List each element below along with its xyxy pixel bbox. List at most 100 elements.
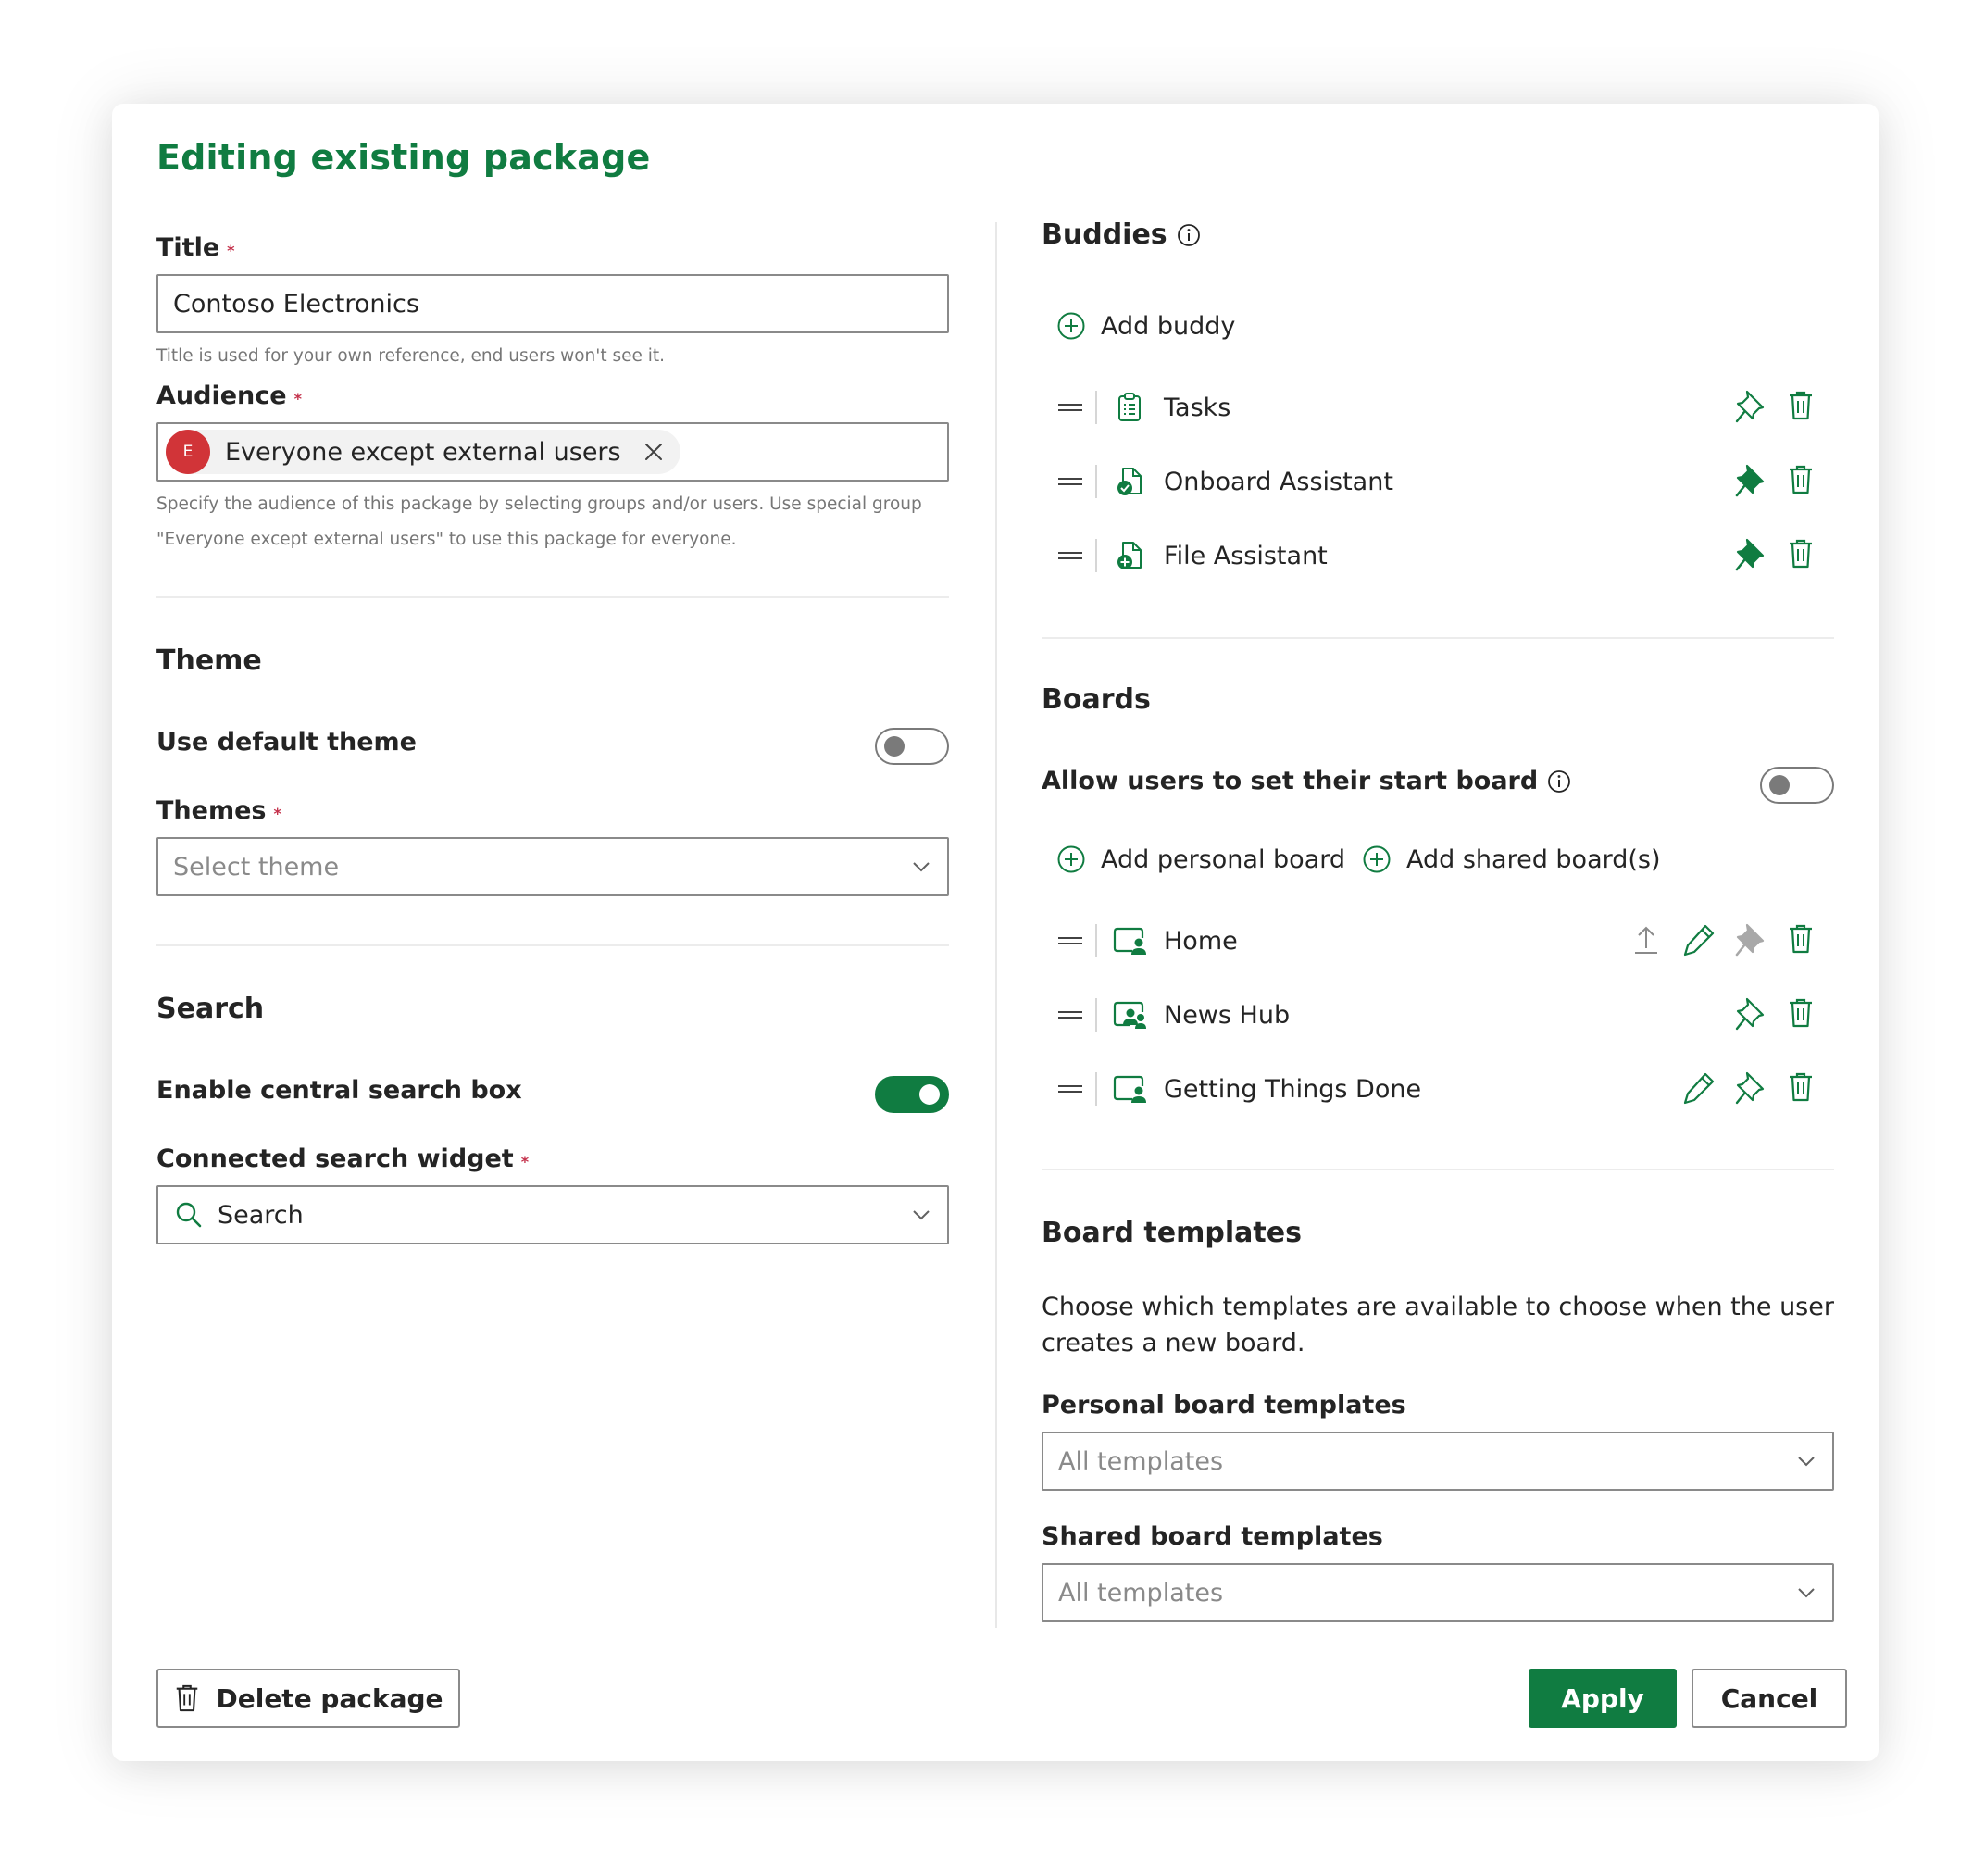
- add-circle-icon: [1056, 311, 1086, 341]
- board-templates-description-2: creates a new board.: [1042, 1329, 1305, 1357]
- pin-filled-icon[interactable]: [1734, 463, 1766, 498]
- buddy-name: File Assistant: [1164, 541, 1328, 570]
- buddies-header: Buddies: [1042, 219, 1201, 251]
- apply-button[interactable]: Apply: [1529, 1669, 1677, 1728]
- add-buddy-label: Add buddy: [1101, 311, 1236, 341]
- row-separator: [1095, 998, 1097, 1032]
- add-personal-board-label: Add personal board: [1101, 844, 1346, 874]
- allow-start-board-toggle[interactable]: [1760, 767, 1834, 804]
- pin-filled-icon[interactable]: [1734, 537, 1766, 572]
- search-widget-label-row: Connected search widget *: [156, 1144, 529, 1173]
- add-shared-boards-button[interactable]: Add shared board(s): [1362, 844, 1661, 874]
- title-label: Title: [156, 233, 220, 262]
- board-person-icon: [1112, 1073, 1147, 1105]
- drag-handle-icon[interactable]: [1056, 401, 1084, 414]
- shared-templates-label: Shared board templates: [1042, 1522, 1383, 1551]
- row-separator: [1095, 924, 1097, 957]
- add-circle-icon: [1056, 844, 1086, 874]
- pin-outline-icon[interactable]: [1734, 389, 1766, 424]
- delete-trash-icon[interactable]: [1786, 537, 1816, 570]
- delete-trash-icon[interactable]: [1786, 996, 1816, 1030]
- audience-label: Audience: [156, 381, 287, 410]
- pin-outline-icon[interactable]: [1734, 1070, 1766, 1106]
- toggle-knob: [884, 736, 905, 757]
- drag-handle-icon[interactable]: [1056, 934, 1084, 947]
- shared-templates-value: All templates: [1058, 1578, 1224, 1607]
- personal-templates-value: All templates: [1058, 1446, 1224, 1476]
- row-separator: [1095, 1072, 1097, 1106]
- board-people-icon: [1112, 999, 1147, 1031]
- delete-trash-icon[interactable]: [1786, 463, 1816, 496]
- add-circle-icon: [1362, 844, 1392, 874]
- remove-chip-close-icon[interactable]: [643, 442, 664, 462]
- themes-label-row: Themes *: [156, 796, 281, 825]
- theme-section-title: Theme: [156, 644, 262, 677]
- row-separator: [1095, 539, 1097, 572]
- required-mark: *: [293, 390, 302, 407]
- personal-templates-label: Personal board templates: [1042, 1391, 1406, 1420]
- allow-start-board-row: Allow users to set their start board: [1042, 767, 1571, 795]
- enable-search-toggle[interactable]: [875, 1076, 949, 1113]
- personal-templates-select[interactable]: All templates: [1042, 1432, 1834, 1491]
- title-input[interactable]: Contoso Electronics: [156, 274, 949, 333]
- pin-disabled-icon[interactable]: [1734, 922, 1766, 957]
- toggle-knob: [1769, 775, 1790, 795]
- allow-start-board-label: Allow users to set their start board: [1042, 767, 1539, 795]
- document-check-icon: [1116, 466, 1145, 497]
- add-shared-boards-label: Add shared board(s): [1406, 844, 1661, 874]
- theme-select-placeholder: Select theme: [173, 852, 340, 882]
- avatar: E: [166, 430, 210, 474]
- delete-package-label: Delete package: [216, 1682, 443, 1714]
- search-widget-select[interactable]: Search: [156, 1185, 949, 1244]
- delete-trash-icon[interactable]: [1786, 922, 1816, 956]
- use-default-theme-toggle[interactable]: [875, 728, 949, 765]
- board-name: Getting Things Done: [1164, 1074, 1422, 1104]
- pin-outline-icon[interactable]: [1734, 996, 1766, 1032]
- audience-helper-text-2: "Everyone except external users" to use …: [156, 530, 737, 549]
- drag-handle-icon[interactable]: [1056, 1008, 1084, 1021]
- required-mark: *: [520, 1153, 530, 1170]
- drag-handle-icon[interactable]: [1056, 1082, 1084, 1095]
- buddy-name: Tasks: [1164, 393, 1231, 422]
- edit-pencil-icon[interactable]: [1682, 922, 1716, 957]
- delete-trash-icon[interactable]: [1786, 389, 1816, 422]
- edit-package-dialog: Editing existing package Title * Contoso …: [112, 104, 1879, 1761]
- audience-label-row: Audience *: [156, 381, 302, 410]
- info-icon[interactable]: [1547, 769, 1571, 794]
- cancel-button[interactable]: Cancel: [1692, 1669, 1847, 1728]
- audience-helper-text-1: Specify the audience of this package by …: [156, 494, 922, 514]
- enable-search-label: Enable central search box: [156, 1076, 522, 1105]
- row-separator: [1095, 391, 1097, 424]
- edit-pencil-icon[interactable]: [1682, 1070, 1716, 1106]
- drag-handle-icon[interactable]: [1056, 475, 1084, 488]
- add-buddy-button[interactable]: Add buddy: [1056, 311, 1235, 341]
- clipboard-icon: [1116, 392, 1143, 423]
- divider: [156, 596, 949, 598]
- column-divider: [995, 222, 997, 1628]
- delete-trash-icon[interactable]: [1786, 1070, 1816, 1104]
- title-label-row: Title *: [156, 233, 235, 262]
- chevron-down-icon: [912, 861, 930, 872]
- search-widget-value: Search: [218, 1200, 304, 1230]
- chevron-down-icon: [1797, 1587, 1816, 1598]
- shared-templates-select[interactable]: All templates: [1042, 1563, 1834, 1622]
- drag-handle-icon[interactable]: [1056, 549, 1084, 562]
- delete-package-button[interactable]: Delete package: [156, 1669, 460, 1728]
- theme-select[interactable]: Select theme: [156, 837, 949, 896]
- required-mark: *: [227, 242, 235, 259]
- audience-picker[interactable]: E Everyone except external users: [156, 422, 949, 482]
- themes-label: Themes: [156, 796, 267, 825]
- divider: [156, 944, 949, 946]
- board-templates-description-1: Choose which templates are available to …: [1042, 1293, 1834, 1321]
- row-separator: [1095, 465, 1097, 498]
- search-icon: [175, 1201, 203, 1229]
- board-name: Home: [1164, 926, 1238, 956]
- trash-icon: [173, 1682, 201, 1714]
- toggle-knob: [919, 1084, 940, 1105]
- boards-section-title: Boards: [1042, 683, 1151, 716]
- add-personal-board-button[interactable]: Add personal board: [1056, 844, 1345, 874]
- info-icon[interactable]: [1177, 223, 1201, 247]
- audience-chip-label: Everyone except external users: [225, 437, 621, 467]
- upload-icon[interactable]: [1632, 922, 1660, 956]
- title-helper-text: Title is used for your own reference, en…: [156, 346, 666, 366]
